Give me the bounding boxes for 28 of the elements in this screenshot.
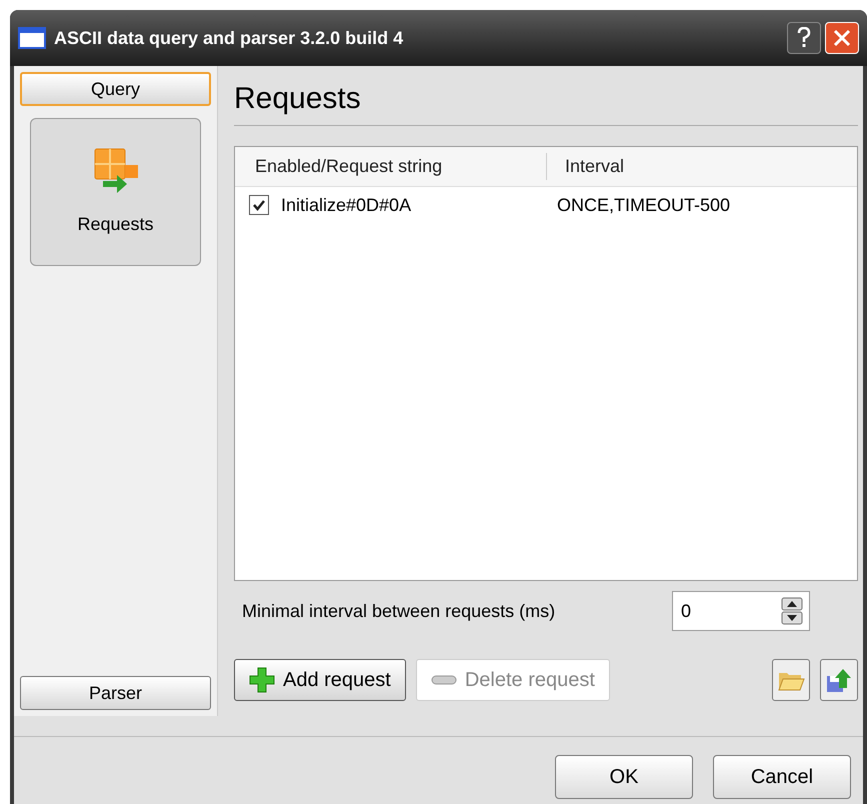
group-button[interactable]: Query [20, 72, 211, 106]
open-button[interactable] [772, 659, 810, 701]
request-string: Initialize#0D#0A [281, 194, 412, 216]
plus-icon [249, 667, 275, 693]
dialog-button[interactable]: OK [555, 755, 693, 799]
window-icon [18, 27, 46, 49]
check-mark-icon [252, 198, 266, 212]
column-header[interactable]: Enabled/Request string [235, 153, 547, 180]
interval-cell-text: ONCE,TIMEOUT-500 [557, 194, 730, 216]
minus-icon [430, 675, 457, 685]
save-button[interactable] [820, 659, 858, 701]
panel-heading: Requests [234, 66, 858, 126]
group-button[interactable]: Parser [20, 676, 211, 710]
interval-spin-field[interactable]: 0 [672, 591, 810, 631]
grid-arrow-icon [92, 146, 138, 192]
sidebar-item[interactable]: Requests [30, 118, 201, 266]
request-checkbox[interactable] [249, 195, 269, 215]
help-button[interactable] [787, 22, 821, 54]
spin-arrows-icon [781, 597, 803, 625]
column-header[interactable]: Interval [547, 153, 624, 180]
dialog-button[interactable]: Cancel [713, 755, 851, 799]
close-button[interactable] [825, 22, 859, 54]
question-mark-icon [796, 27, 812, 49]
window-title: ASCII data query and parser 3.2.0 build 4 [54, 26, 404, 50]
interval-value: 0 [681, 600, 692, 622]
add-request-button[interactable]: Add request [234, 659, 406, 701]
min-interval-label: Minimal interval between requests (ms) [242, 600, 556, 623]
close-icon [833, 29, 851, 47]
